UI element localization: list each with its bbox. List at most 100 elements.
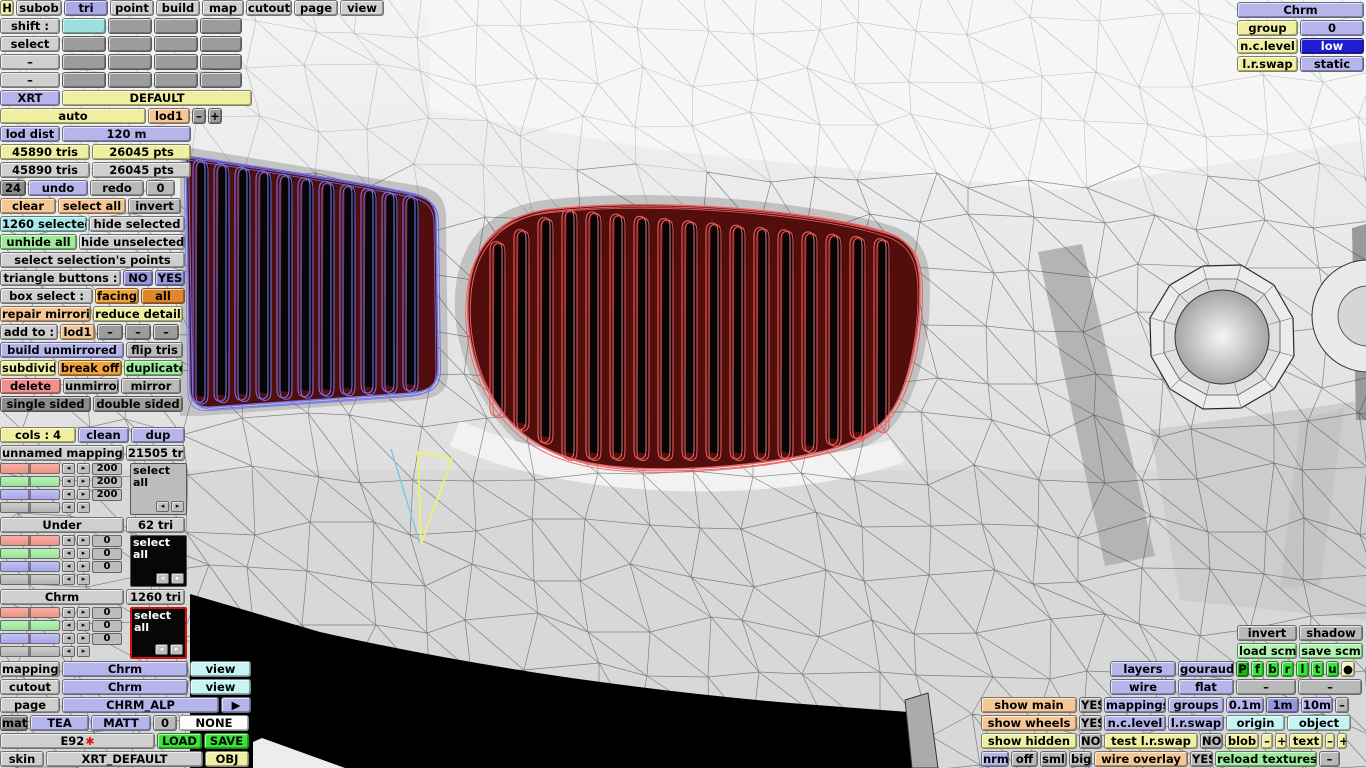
unnamed-mapping-button[interactable]: unnamed mapping [0, 445, 124, 461]
cols-4-button[interactable]: cols : 4 [0, 427, 76, 443]
skin-name-button[interactable]: XRT_DEFAULT [46, 751, 203, 767]
step-left-button[interactable]: ◂ [62, 535, 75, 546]
single-sided-button[interactable]: single sided [0, 396, 91, 412]
select-prev-button[interactable]: ◂ [156, 573, 169, 584]
step-left-button[interactable]: ◂ [62, 607, 75, 618]
grid-slot[interactable] [154, 18, 198, 34]
group-value-button[interactable]: 0 [1300, 20, 1364, 36]
dash-button[interactable]: – [97, 324, 123, 340]
step-left-button[interactable]: ◂ [62, 548, 75, 559]
grid-slot[interactable] [108, 54, 152, 70]
text-plus-button[interactable]: + [1337, 733, 1347, 749]
model-name-button[interactable]: E92✱ [0, 733, 155, 749]
step-right-button[interactable]: ▸ [77, 633, 90, 644]
dash-button[interactable]: – [125, 324, 151, 340]
clean-button[interactable]: clean [78, 427, 129, 443]
tea-button[interactable]: TEA [30, 715, 89, 731]
wire-overlay-button[interactable]: wire overlay [1094, 751, 1188, 767]
tri-button[interactable]: tri [64, 0, 108, 16]
page-button[interactable]: page [0, 697, 60, 713]
current-object-button[interactable]: Chrm [1237, 2, 1364, 18]
grid-slot[interactable] [108, 36, 152, 52]
grid-slot[interactable] [200, 72, 242, 88]
dash-button[interactable]: – [1298, 679, 1362, 695]
invert-button[interactable]: invert [1237, 625, 1297, 641]
mappings-button[interactable]: mappings [1104, 697, 1166, 713]
select-button[interactable]: select [0, 36, 60, 52]
grid-slot[interactable] [62, 54, 106, 70]
layer-f-button[interactable]: f [1251, 661, 1264, 677]
mirror-button[interactable]: mirror [121, 378, 181, 394]
grid-slot[interactable] [200, 36, 242, 52]
layer-r-button[interactable]: r [1281, 661, 1294, 677]
select-prev-button[interactable]: ◂ [156, 501, 169, 512]
l-r-swap-button[interactable]: l.r.swap [1237, 56, 1298, 72]
duplicate-button[interactable]: duplicate [124, 360, 183, 376]
slider-handle[interactable] [27, 608, 31, 617]
group-button[interactable]: group [1237, 20, 1298, 36]
build-button[interactable]: build [156, 0, 200, 16]
slider-handle[interactable] [27, 464, 31, 473]
test-l-r-swap-button[interactable]: test l.r.swap [1104, 733, 1198, 749]
grid-slot[interactable] [200, 18, 242, 34]
unhide-all-button[interactable]: unhide all [0, 234, 77, 250]
grid-slot[interactable] [154, 72, 198, 88]
red-slider[interactable] [0, 463, 60, 474]
hide-selected-button[interactable]: hide selected [89, 216, 185, 232]
h-button[interactable]: H [0, 0, 14, 16]
gray-slider[interactable] [0, 646, 60, 657]
lod-plus-button[interactable]: + [208, 108, 222, 124]
dash-button[interactable]: – [1236, 679, 1296, 695]
red-slider[interactable] [0, 535, 60, 546]
slider-handle[interactable] [27, 575, 31, 584]
nc-level-value-button[interactable]: low [1300, 38, 1364, 54]
skin-button[interactable]: skin [0, 751, 44, 767]
grid-slot[interactable] [62, 36, 106, 52]
invert-button[interactable]: invert [128, 198, 181, 214]
cutout-button[interactable]: cutout [246, 0, 292, 16]
repair-mirroring-button[interactable]: repair mirroring [0, 306, 91, 322]
lod-dist-button[interactable]: lod dist [0, 126, 60, 142]
blob-minus-button[interactable]: – [1261, 733, 1273, 749]
subob-button[interactable]: subob [16, 0, 62, 16]
nrm-button[interactable]: nrm [981, 751, 1009, 767]
delete-button[interactable]: delete [0, 378, 61, 394]
step-left-button[interactable]: ◂ [62, 646, 75, 657]
dup-button[interactable]: dup [131, 427, 185, 443]
step-left-button[interactable]: ◂ [62, 489, 75, 500]
step-right-button[interactable]: ▸ [77, 561, 90, 572]
shadow-button[interactable]: shadow [1299, 625, 1363, 641]
chrm-alp-button[interactable]: CHRM_ALP [62, 697, 219, 713]
slider-handle[interactable] [27, 503, 31, 512]
add-to-lod1-button[interactable]: lod1 [60, 324, 95, 340]
grid-slot[interactable] [62, 72, 106, 88]
gray-slider[interactable] [0, 574, 60, 585]
blob-button[interactable]: blob [1225, 733, 1259, 749]
select-all-button[interactable]: select all [58, 198, 126, 214]
show-hidden-value[interactable]: NO [1079, 733, 1102, 749]
triangle-buttons-button[interactable]: triangle buttons : [0, 270, 121, 286]
layer-u-button[interactable]: u [1326, 661, 1339, 677]
gouraud-button[interactable]: gouraud [1178, 661, 1234, 677]
lod-minus-button[interactable]: – [192, 108, 206, 124]
grid-10m-button[interactable]: 10m [1301, 697, 1333, 713]
step-right-button[interactable]: ▸ [77, 535, 90, 546]
mat-button[interactable]: mat [0, 715, 28, 731]
xrt-button[interactable]: XRT [0, 90, 60, 106]
obj-button[interactable]: OBJ [205, 751, 249, 767]
double-sided-button[interactable]: double sided [93, 396, 183, 412]
layer-b-button[interactable]: b [1266, 661, 1279, 677]
green-slider[interactable] [0, 548, 60, 559]
test-lr-swap-value[interactable]: NO [1200, 733, 1223, 749]
save-button[interactable]: SAVE [204, 733, 249, 749]
dash-button[interactable]: – [153, 324, 179, 340]
step-right-button[interactable]: ▸ [77, 476, 90, 487]
text-minus-button[interactable]: – [1325, 733, 1335, 749]
step-right-button[interactable]: ▸ [77, 620, 90, 631]
dot-toggle-button[interactable]: ● [1341, 661, 1355, 677]
slider-handle[interactable] [27, 536, 31, 545]
green-slider[interactable] [0, 476, 60, 487]
redo-button[interactable]: redo [90, 180, 144, 196]
step-right-button[interactable]: ▸ [77, 607, 90, 618]
undo-button[interactable]: undo [28, 180, 88, 196]
